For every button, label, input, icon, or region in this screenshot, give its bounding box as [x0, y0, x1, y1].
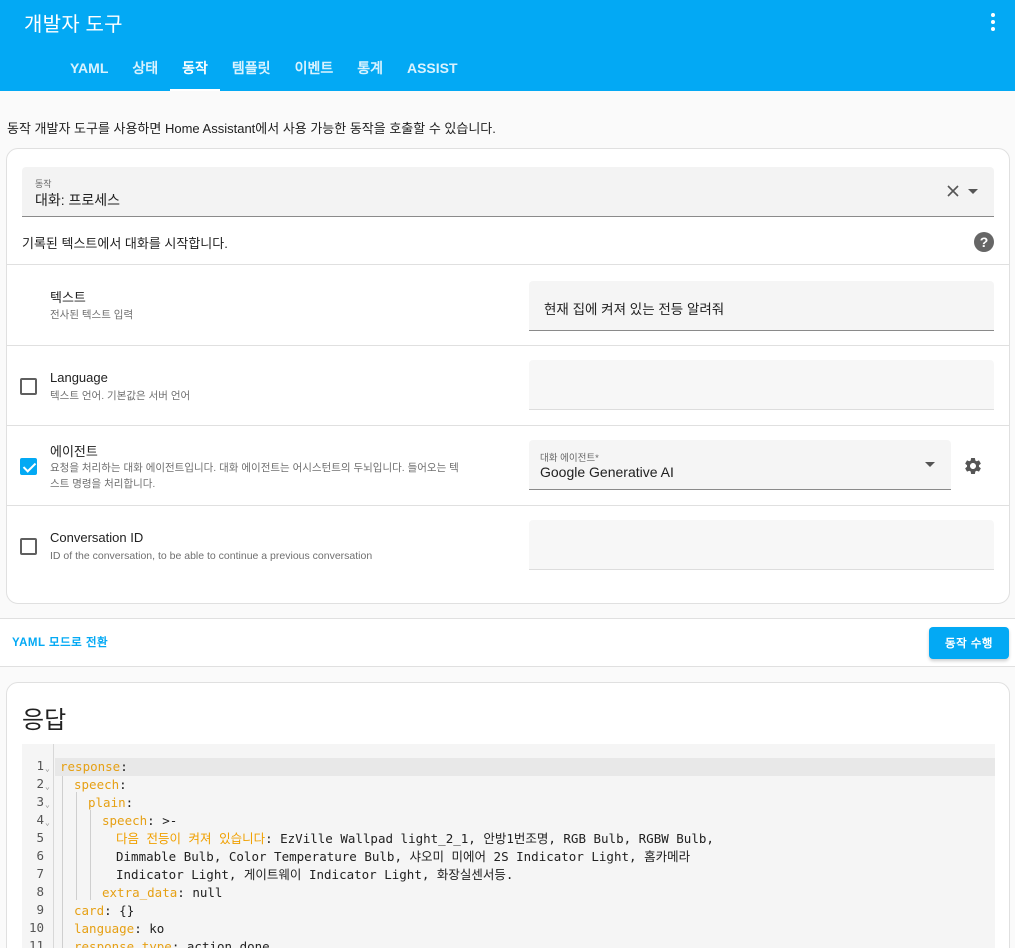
tab-templates[interactable]: 템플릿 [220, 45, 283, 91]
line-number: 8 [36, 884, 44, 899]
language-checkbox[interactable] [20, 378, 37, 395]
field-desc-agent-2: 스트 명령을 처리합니다. [50, 478, 156, 490]
line-number: 4 [36, 812, 44, 827]
chevron-down-icon[interactable]: ⌄ [45, 764, 50, 773]
agent-checkbox[interactable] [20, 458, 37, 475]
action-card: 동작 대화: 프로세스 기록된 텍스트에서 대화를 시작합니다. ? 텍스트 전… [6, 148, 1010, 604]
code-line: card: {} [74, 903, 135, 918]
field-desc-agent-1: 요청을 처리하는 대화 에이전트입니다. 대화 에이전트는 어시스턴트의 두뇌입… [50, 462, 459, 474]
tab-statistics[interactable]: 통계 [345, 45, 395, 91]
line-number: 3 [36, 794, 44, 809]
indent-guide [90, 810, 91, 900]
language-input[interactable] [529, 360, 994, 410]
code-line: language: ko [74, 921, 165, 936]
action-select-value: 대화: 프로세스 [35, 192, 121, 208]
field-desc-conversation-id: ID of the conversation, to be able to co… [50, 550, 373, 562]
line-number: 9 [36, 902, 44, 917]
tab-yaml[interactable]: YAML [58, 45, 120, 91]
field-row-language: Language 텍스트 언어. 기본값은 서버 언어 [7, 345, 1009, 425]
page-description: 동작 개발자 도구를 사용하면 Home Assistant에서 사용 가능한 … [7, 121, 496, 136]
action-description: 기록된 텍스트에서 대화를 시작합니다. [22, 236, 228, 251]
gear-icon[interactable] [963, 456, 983, 476]
conversation-id-input[interactable] [529, 520, 994, 570]
tab-actions[interactable]: 동작 [170, 45, 220, 91]
agent-select-value: Google Generative AI [540, 464, 674, 480]
line-number: 6 [36, 848, 44, 863]
field-name-language: Language [50, 370, 108, 385]
field-row-text: 텍스트 전사된 텍스트 입력 현재 집에 켜져 있는 전등 알려줘 [7, 264, 1009, 346]
tab-states[interactable]: 상태 [120, 45, 170, 91]
code-line: response_type: action_done [74, 939, 270, 948]
field-desc-text: 전사된 텍스트 입력 [50, 309, 134, 321]
line-number: 11 [28, 938, 44, 948]
indent-guide [76, 792, 77, 900]
run-action-button[interactable]: 동작 수행 [929, 627, 1009, 659]
yaml-mode-link[interactable]: YAML 모드로 전환 [12, 634, 108, 650]
action-select-label: 동작 [35, 179, 52, 189]
action-select[interactable]: 동작 대화: 프로세스 [22, 167, 994, 217]
field-name-agent: 에이전트 [50, 444, 98, 459]
code-line: response: [55, 758, 995, 776]
clear-icon[interactable] [946, 184, 960, 198]
app-header: 개발자 도구 YAML 상태 동작 템플릿 이벤트 통계 ASSIST [0, 0, 1015, 91]
agent-select[interactable]: 대화 에이전트* Google Generative AI [529, 440, 951, 490]
code-line: extra_data: null [102, 885, 223, 900]
chevron-down-icon[interactable]: ⌄ [45, 818, 50, 827]
line-number: 5 [36, 830, 44, 845]
field-name-text: 텍스트 [50, 290, 86, 305]
response-card: 응답 1 ⌄ 2 ⌄ 3 ⌄ 4 ⌄ 5 6 7 8 9 10 11 respo… [6, 682, 1010, 948]
conversation-id-checkbox[interactable] [20, 538, 37, 555]
agent-select-label: 대화 에이전트* [540, 453, 599, 464]
field-row-agent: 에이전트 요청을 처리하는 대화 에이전트입니다. 대화 에이전트는 어시스턴트… [7, 425, 1009, 506]
code-line: plain: [88, 795, 134, 810]
code-line: Dimmable Bulb, Color Temperature Bulb, 샤… [116, 849, 691, 864]
code-line: Indicator Light, 게이트웨이 Indicator Light, … [116, 867, 514, 882]
chevron-down-icon[interactable] [968, 189, 978, 194]
chevron-down-icon[interactable] [925, 462, 935, 467]
response-title: 응답 [22, 707, 67, 734]
line-number: 10 [28, 920, 44, 935]
chevron-down-icon[interactable]: ⌄ [45, 782, 50, 791]
code-line: speech: [74, 777, 127, 792]
tab-bar: YAML 상태 동작 템플릿 이벤트 통계 ASSIST [58, 45, 470, 91]
tab-events[interactable]: 이벤트 [283, 45, 346, 91]
actions-bar: YAML 모드로 전환 동작 수행 [0, 618, 1015, 667]
line-number: 1 [36, 758, 44, 773]
indent-guide [62, 774, 63, 948]
question-circle-icon[interactable]: ? [974, 232, 994, 252]
response-code-editor[interactable]: 1 ⌄ 2 ⌄ 3 ⌄ 4 ⌄ 5 6 7 8 9 10 11 response… [22, 744, 995, 948]
tab-assist[interactable]: ASSIST [395, 45, 470, 91]
page-title: 개발자 도구 [24, 14, 123, 36]
code-line: 다음 전등이 켜져 있습니다: EzVille Wallpad light_2_… [116, 831, 714, 846]
line-number: 7 [36, 866, 44, 881]
text-input[interactable]: 현재 집에 켜져 있는 전등 알려줘 [529, 281, 994, 331]
field-desc-language: 텍스트 언어. 기본값은 서버 언어 [50, 390, 191, 402]
field-row-conversation-id: Conversation ID ID of the conversation, … [7, 505, 1009, 585]
chevron-down-icon[interactable]: ⌄ [45, 800, 50, 809]
code-line: speech: >- [102, 813, 178, 828]
field-name-conversation-id: Conversation ID [50, 530, 144, 545]
line-gutter: 1 ⌄ 2 ⌄ 3 ⌄ 4 ⌄ 5 6 7 8 9 10 11 [22, 744, 54, 948]
text-input-value: 현재 집에 켜져 있는 전등 알려줘 [544, 302, 725, 317]
line-number: 2 [36, 776, 44, 791]
overflow-menu-icon[interactable] [981, 10, 1005, 34]
